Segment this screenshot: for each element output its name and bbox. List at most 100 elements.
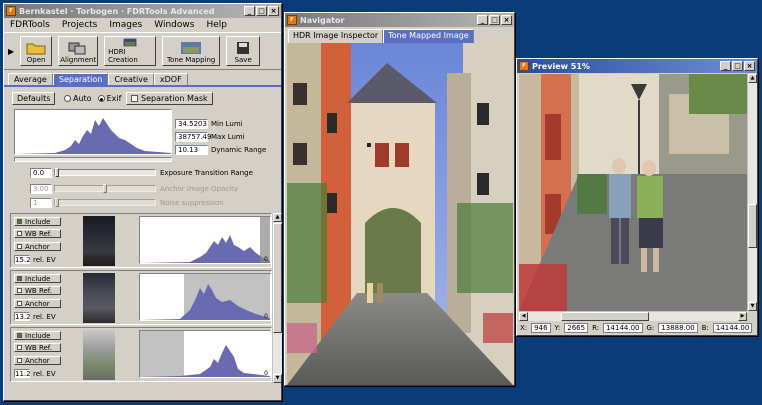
alignment-button[interactable]: Alignment: [58, 36, 99, 66]
include-label: Include: [25, 331, 51, 340]
wb-ref-toggle[interactable]: WB Ref.: [14, 229, 61, 238]
wb-ref-checkbox[interactable]: [17, 288, 22, 293]
anchor-checkbox[interactable]: [17, 301, 22, 306]
app-icon: F: [519, 61, 529, 71]
wb-ref-toggle[interactable]: WB Ref.: [14, 286, 61, 295]
vertical-scrollbar-thumb[interactable]: [748, 204, 757, 248]
image-histogram: 0: [139, 216, 271, 264]
main-window-title: Bernkastel · Torbogen · FDRTools Advance…: [19, 6, 215, 16]
navigator-window: F Navigator _ □ × HDR Image Inspector To…: [284, 12, 515, 386]
anchor-toggle[interactable]: Anchor: [14, 299, 61, 308]
include-toggle[interactable]: Include: [14, 274, 61, 283]
minimize-icon[interactable]: _: [244, 6, 255, 16]
anchor-toggle[interactable]: Anchor: [14, 242, 61, 251]
scroll-up-icon[interactable]: ▲: [748, 74, 757, 83]
anchor-toggle[interactable]: Anchor: [14, 356, 61, 365]
wb-ref-checkbox[interactable]: [17, 345, 22, 350]
tone-mapped-image[interactable]: [287, 43, 513, 385]
open-button[interactable]: Open: [20, 36, 53, 66]
include-label: Include: [25, 217, 51, 226]
exif-radio[interactable]: [97, 95, 105, 102]
menu-windows[interactable]: Windows: [154, 20, 194, 30]
image-thumbnail[interactable]: [83, 330, 115, 380]
image-list-scrollbar[interactable]: ▲ ▼: [272, 213, 282, 383]
include-checkbox[interactable]: [17, 276, 22, 281]
defaults-button[interactable]: Defaults: [12, 92, 56, 105]
b-value: 14144.00: [712, 323, 753, 333]
luminance-histogram-plot: [15, 118, 171, 154]
horizontal-scrollbar-thumb[interactable]: [561, 312, 649, 321]
maximize-icon[interactable]: □: [489, 15, 500, 25]
tab-hdr-image-inspector[interactable]: HDR Image Inspector: [288, 29, 384, 43]
separation-panel: Defaults Auto Exif Separation Mask 34.52…: [4, 87, 282, 387]
tab-tone-mapped-image[interactable]: Tone Mapped Image: [383, 29, 474, 43]
image-thumbnail[interactable]: [83, 273, 115, 323]
hdri-creation-button[interactable]: HDRI Creation: [104, 36, 157, 66]
close-icon[interactable]: ×: [268, 6, 279, 16]
scrollbar-thumb[interactable]: [273, 223, 282, 333]
close-icon[interactable]: ×: [744, 61, 755, 71]
b-label: B:: [701, 324, 709, 332]
dynamic-range-field[interactable]: 10.13: [175, 145, 208, 155]
tab-separation[interactable]: Separation: [52, 73, 109, 85]
separation-mask-checkbox[interactable]: [131, 95, 138, 102]
preview-image[interactable]: [519, 74, 747, 311]
preview-titlebar[interactable]: F Preview 51% _ □ ×: [517, 59, 757, 73]
image-thumbnail[interactable]: [83, 216, 115, 266]
min-lumi-label: Min Lumi: [211, 120, 243, 128]
preview-vertical-scrollbar[interactable]: ▲ ▼: [747, 74, 757, 311]
tone-mapping-button[interactable]: Tone Mapping: [162, 36, 221, 66]
maximize-icon[interactable]: □: [256, 6, 267, 16]
menu-images[interactable]: Images: [109, 20, 142, 30]
menu-help[interactable]: Help: [206, 20, 227, 30]
rel-ev-field[interactable]: 11.2: [14, 369, 31, 378]
scroll-right-icon[interactable]: ▶: [738, 312, 747, 321]
max-lumi-field[interactable]: 38757.49: [175, 132, 211, 142]
scroll-up-icon[interactable]: ▲: [273, 213, 282, 222]
exposure-transition-thumb[interactable]: [55, 168, 59, 177]
include-checkbox[interactable]: [17, 333, 22, 338]
tab-creative[interactable]: Creative: [108, 73, 154, 85]
menu-projects[interactable]: Projects: [62, 20, 97, 30]
wb-ref-checkbox[interactable]: [17, 231, 22, 236]
histogram-value: 0: [264, 370, 268, 377]
anchor-checkbox[interactable]: [17, 244, 22, 249]
tone-mapping-icon: [181, 42, 202, 54]
auto-radio[interactable]: [64, 95, 71, 102]
rel-ev-label: rel. EV: [33, 256, 56, 264]
close-icon[interactable]: ×: [501, 15, 512, 25]
histogram-value: 0: [264, 313, 268, 320]
rel-ev-field[interactable]: 13.2: [14, 312, 31, 321]
scroll-left-icon[interactable]: ◀: [519, 312, 528, 321]
menubar: FDRTools Projects Images Windows Help: [4, 18, 281, 32]
navigator-tabs: HDR Image Inspector Tone Mapped Image: [285, 29, 514, 43]
include-label: Include: [25, 274, 51, 283]
scroll-down-icon[interactable]: ▼: [748, 302, 757, 311]
main-titlebar[interactable]: F Bernkastel · Torbogen · FDRTools Advan…: [4, 4, 281, 18]
exposure-transition-slider[interactable]: [54, 168, 156, 177]
include-toggle[interactable]: Include: [14, 331, 61, 340]
separation-mask-button[interactable]: Separation Mask: [126, 92, 213, 105]
include-toggle[interactable]: Include: [14, 217, 61, 226]
anchor-opacity-slider: [54, 184, 156, 193]
tab-average[interactable]: Average: [8, 73, 53, 85]
scroll-down-icon[interactable]: ▼: [273, 374, 282, 383]
preview-horizontal-scrollbar[interactable]: ◀ ▶: [519, 311, 747, 321]
rel-ev-field[interactable]: 15.2: [14, 255, 31, 264]
min-lumi-field[interactable]: 34.5203: [175, 119, 208, 129]
menu-fdrtools[interactable]: FDRTools: [10, 20, 50, 30]
minimize-icon[interactable]: _: [477, 15, 488, 25]
anchor-label: Anchor: [25, 242, 50, 251]
maximize-icon[interactable]: □: [732, 61, 743, 71]
exposure-transition-field[interactable]: 0.0: [30, 168, 52, 178]
floppy-disk-icon: [237, 42, 250, 54]
luminance-range-slider[interactable]: [14, 157, 172, 162]
anchor-checkbox[interactable]: [17, 358, 22, 363]
include-checkbox[interactable]: [17, 219, 22, 224]
minimize-icon[interactable]: _: [720, 61, 731, 71]
wb-ref-toggle[interactable]: WB Ref.: [14, 343, 61, 352]
tab-xdof[interactable]: xDOF: [153, 73, 188, 85]
alignment-icon: [68, 42, 86, 55]
navigator-titlebar[interactable]: F Navigator _ □ ×: [285, 13, 514, 27]
save-button[interactable]: Save: [226, 36, 261, 66]
